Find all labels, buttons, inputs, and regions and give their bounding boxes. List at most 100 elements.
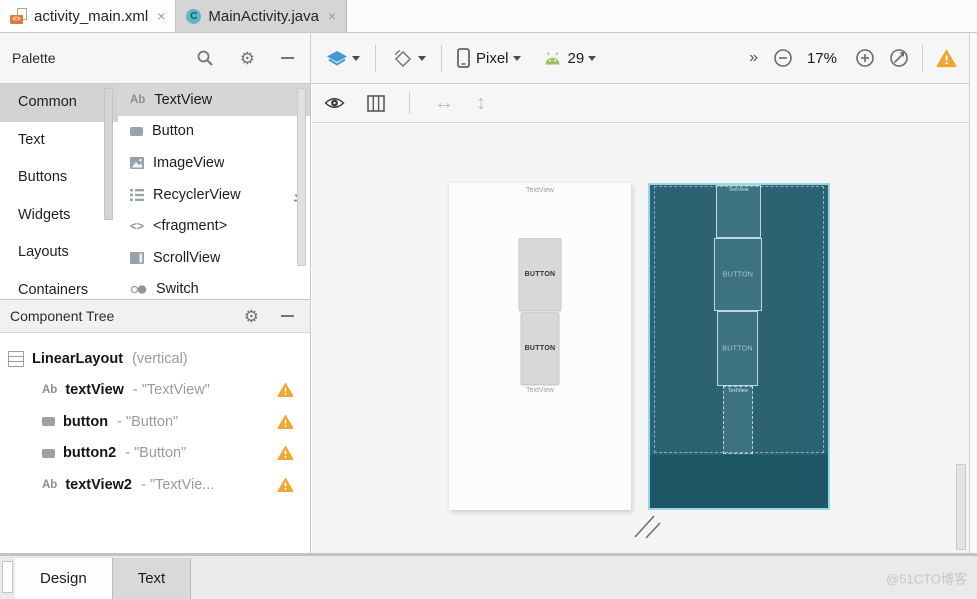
switch-icon [130, 284, 147, 295]
zoom-in-icon [855, 48, 875, 68]
preview-textview[interactable]: TextView [449, 187, 631, 194]
canvas-resize-handle[interactable] [633, 514, 661, 540]
vertical-resize-icon[interactable]: ↕ [476, 93, 486, 113]
textview-ab-icon: Ab [130, 94, 145, 106]
zoom-to-fit-button[interactable] [889, 48, 909, 68]
toolbar-overflow-chevrons[interactable]: » [749, 49, 759, 67]
palette-category-text[interactable]: Text [0, 122, 118, 160]
component-tree-title: Component Tree [10, 308, 114, 324]
button-icon [130, 127, 143, 136]
palette-category-containers[interactable]: Containers [0, 272, 118, 301]
chevron-down-icon [418, 56, 426, 61]
close-icon[interactable]: × [328, 8, 336, 24]
toolbar-divider [375, 45, 376, 72]
blueprint-textview[interactable]: TextView [716, 185, 761, 238]
palette-category-widgets[interactable]: Widgets [0, 197, 118, 235]
blueprint-textview2[interactable]: TextView [723, 386, 753, 454]
guidelines-button[interactable] [367, 95, 385, 112]
horizontal-resize-icon[interactable]: ↔ [434, 93, 454, 113]
eye-icon [324, 96, 345, 110]
watermark: @51CTO博客 [886, 568, 967, 587]
zoom-out-icon [773, 48, 793, 68]
palette-item-imageview[interactable]: ImageView [118, 147, 310, 179]
palette-category-common[interactable]: Common [0, 84, 118, 122]
minimize-icon[interactable] [281, 315, 294, 317]
warning-icon [277, 477, 294, 492]
canvas-toolbar: ↔ ↕ [312, 84, 969, 123]
tree-node-button2[interactable]: button2- "Button" [0, 438, 310, 470]
palette-item-fragment[interactable]: <> <fragment> [118, 210, 310, 242]
api-level-label: 29 [568, 50, 585, 67]
close-icon[interactable]: × [157, 8, 165, 24]
gear-icon[interactable]: ⚙ [244, 308, 259, 325]
xml-layout-file-icon: <> [10, 8, 27, 24]
tab-activity-main-xml[interactable]: <> activity_main.xml × [0, 0, 176, 32]
warnings-button[interactable] [936, 49, 957, 68]
warning-icon [277, 414, 294, 429]
design-preview[interactable]: TextView BUTTON BUTTON TextView [449, 183, 631, 510]
preview-button[interactable]: BUTTON [519, 238, 562, 311]
orientation-button[interactable] [389, 47, 428, 70]
recyclerview-icon [130, 189, 144, 201]
tab-text[interactable]: Text [112, 558, 192, 599]
blueprint-preview[interactable]: TextView BUTTON BUTTON TextView [648, 183, 830, 510]
zoom-to-fit-icon [889, 48, 909, 68]
zoom-out-button[interactable] [773, 48, 793, 68]
palette-category-layouts[interactable]: Layouts [0, 234, 118, 272]
button-icon [42, 417, 55, 426]
android-studio-layout-editor: <> activity_main.xml × C MainActivity.ja… [0, 0, 977, 599]
palette-item-textview[interactable]: Ab TextView [118, 84, 310, 116]
warning-icon [277, 383, 294, 398]
editor-mode-bar: Design Text @51CTO博客 [0, 553, 977, 599]
blueprint-button2[interactable]: BUTTON [717, 311, 758, 386]
java-class-icon: C [186, 9, 201, 24]
preview-button2[interactable]: BUTTON [521, 312, 560, 385]
gear-icon[interactable]: ⚙ [240, 50, 255, 67]
toolbar-divider [922, 45, 923, 72]
palette-categories: Common Text Buttons Widgets Layouts Cont… [0, 84, 118, 299]
chevron-down-icon [513, 56, 521, 61]
canvas-vertical-scrollbar[interactable] [956, 464, 966, 550]
tree-node-textview[interactable]: Ab textView- "TextView" [0, 375, 310, 407]
right-tool-window-gutter [969, 33, 977, 553]
textview-ab-icon: Ab [42, 479, 57, 491]
palette-category-buttons[interactable]: Buttons [0, 159, 118, 197]
blueprint-button[interactable]: BUTTON [714, 238, 762, 311]
palette-panel: Common Text Buttons Widgets Layouts Cont… [0, 84, 310, 300]
columns-icon [367, 95, 385, 112]
search-icon[interactable] [196, 49, 214, 67]
tree-node-linearlayout[interactable]: LinearLayout(vertical) [0, 343, 310, 375]
zoom-in-button[interactable] [855, 48, 875, 68]
view-options-button[interactable] [324, 96, 345, 110]
minimize-icon[interactable] [281, 57, 294, 59]
tab-label: MainActivity.java [208, 8, 319, 25]
palette-item-switch[interactable]: Switch [118, 274, 310, 300]
component-tree-header: Component Tree ⚙ [0, 300, 310, 333]
chevron-down-icon [588, 56, 596, 61]
api-level-button[interactable]: 29 [541, 50, 599, 67]
design-canvas[interactable]: TextView BUTTON BUTTON TextView TextView… [312, 124, 969, 553]
palette-item-scrollview[interactable]: ScrollView [118, 242, 310, 274]
textview-ab-icon: Ab [42, 384, 57, 396]
tree-node-textview2[interactable]: Ab textView2- "TextVie... [0, 469, 310, 501]
tab-mainactivity-java[interactable]: C MainActivity.java × [176, 0, 347, 32]
component-tree-panel: Component Tree ⚙ LinearLayout(vertical) … [0, 300, 310, 553]
design-surface-mode-button[interactable] [324, 50, 362, 67]
tree-node-button[interactable]: button- "Button" [0, 406, 310, 438]
palette-title: Palette [12, 50, 56, 66]
device-selector-button[interactable]: Pixel [455, 48, 523, 68]
main-toolbar: Palette ⚙ Pixel [0, 33, 977, 84]
left-tool-panels: Common Text Buttons Widgets Layouts Cont… [0, 84, 311, 553]
chevron-down-icon [352, 56, 360, 61]
palette-item-recyclerview[interactable]: RecyclerView [118, 179, 310, 211]
categories-scrollbar[interactable] [104, 88, 113, 220]
palette-items-scrollbar[interactable] [297, 88, 306, 266]
tab-design[interactable]: Design [15, 558, 112, 599]
toolbar-divider [409, 92, 410, 114]
preview-textview2[interactable]: TextView [449, 387, 631, 394]
imageview-icon [130, 157, 144, 169]
palette-item-button[interactable]: Button [118, 116, 310, 148]
mode-bar-notch [2, 561, 13, 593]
phone-icon [457, 48, 470, 68]
orientation-icon [391, 47, 414, 70]
